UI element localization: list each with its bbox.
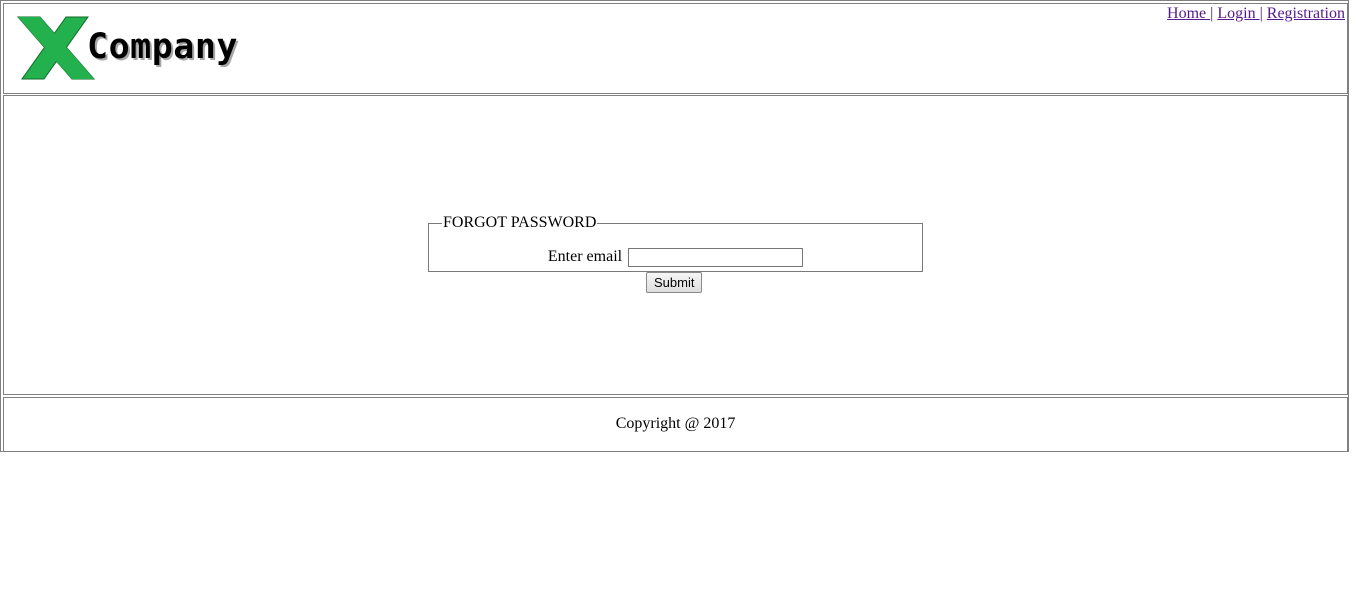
logo-text: Company (87, 27, 239, 67)
copyright-text: Copyright @ 2017 (615, 415, 736, 432)
page-frame: Company Home | Login | Registration FORG… (0, 0, 1349, 452)
nav-link-home[interactable]: Home (1167, 5, 1210, 22)
nav-link-registration[interactable]: Registration (1267, 5, 1345, 22)
forgot-password-legend: FORGOT PASSWORD (443, 214, 597, 231)
header: Company Home | Login | Registration (3, 3, 1348, 94)
footer: Copyright @ 2017 (3, 397, 1348, 452)
nav-link-login[interactable]: Login (1217, 5, 1259, 22)
nav-separator: | (1210, 5, 1214, 22)
email-input[interactable] (628, 248, 804, 267)
forgot-password-fieldset: FORGOT PASSWORD Enter email (428, 214, 923, 272)
nav-separator: | (1259, 5, 1263, 22)
email-row: Enter email (429, 248, 922, 267)
top-navigation: Home | Login | Registration (1167, 5, 1345, 23)
company-logo: Company (16, 15, 266, 85)
x-logo-icon (16, 16, 96, 80)
submit-button[interactable]: Submit (646, 272, 703, 293)
main-content: FORGOT PASSWORD Enter email Submit (3, 95, 1348, 395)
email-label: Enter email (547, 248, 623, 266)
